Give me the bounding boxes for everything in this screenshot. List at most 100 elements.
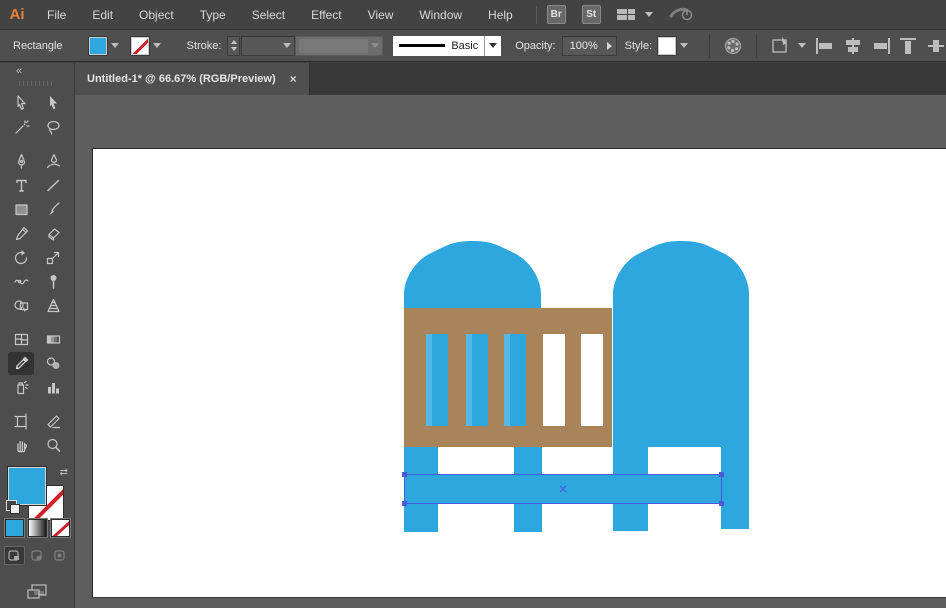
lasso-tool[interactable]: [40, 116, 66, 139]
screen-mode-icon[interactable]: [24, 581, 50, 608]
bridge-button[interactable]: Br: [546, 5, 566, 24]
workspace-chevron-down-icon[interactable]: [644, 12, 653, 17]
brush-chevron-down-icon[interactable]: [371, 43, 380, 48]
align-center-icon[interactable]: [844, 37, 862, 54]
crib-slat[interactable]: [472, 334, 488, 426]
fill-swatch[interactable]: [87, 35, 108, 56]
draw-behind-icon[interactable]: [27, 546, 48, 565]
fill-color-combo[interactable]: [87, 35, 123, 56]
none-button[interactable]: [49, 518, 71, 538]
paintbrush-tool[interactable]: [40, 198, 66, 221]
swap-fill-stroke-icon[interactable]: ⇄: [60, 467, 68, 478]
menu-select[interactable]: Select: [239, 0, 298, 30]
column-graph-tool[interactable]: [40, 376, 66, 399]
crib-rail-slot[interactable]: [543, 334, 565, 426]
stroke-style-combo[interactable]: Basic: [393, 35, 502, 56]
stroke-width-field[interactable]: [240, 35, 296, 56]
artboard[interactable]: [92, 148, 946, 597]
document-tab-bar: Untitled-1* @ 66.67% (RGB/Preview) ×: [75, 63, 946, 95]
stepper-up-icon[interactable]: [230, 40, 237, 44]
stroke-width-stepper[interactable]: [227, 35, 240, 56]
hand-tool[interactable]: [8, 434, 34, 457]
stepper-down-icon[interactable]: [230, 47, 237, 51]
gradient-tool[interactable]: [40, 328, 66, 351]
color-button[interactable]: [3, 518, 25, 538]
menu-window[interactable]: Window: [406, 0, 475, 30]
blend-tool[interactable]: [40, 352, 66, 375]
tab-close-icon[interactable]: ×: [290, 72, 297, 86]
scale-tool[interactable]: [40, 246, 66, 269]
curvature-tool[interactable]: [40, 150, 66, 173]
eyedropper-tool[interactable]: [8, 352, 34, 376]
stroke-swatch-none[interactable]: [129, 35, 150, 56]
align-left-icon[interactable]: [816, 37, 834, 54]
direct-selection-tool[interactable]: [40, 92, 66, 115]
selection-anchor[interactable]: [402, 472, 407, 477]
recolor-artwork-icon[interactable]: [723, 36, 743, 56]
menu-object[interactable]: Object: [126, 0, 187, 30]
crib-rail-slot[interactable]: [581, 334, 603, 426]
opacity-label: Opacity:: [515, 39, 556, 52]
crib-slat[interactable]: [432, 334, 448, 426]
panel-grip[interactable]: [19, 80, 55, 87]
collapse-panel-icon[interactable]: «: [16, 65, 22, 77]
style-chevron-down-icon[interactable]: [680, 43, 689, 48]
crib-slat[interactable]: [510, 334, 526, 426]
draw-inside-icon[interactable]: [50, 546, 71, 565]
menu-file[interactable]: File: [34, 0, 79, 30]
brush-definition-combo[interactable]: [295, 35, 384, 56]
pen-tool[interactable]: [8, 150, 34, 173]
graphic-style-swatch[interactable]: [657, 35, 678, 56]
line-segment-tool[interactable]: [40, 174, 66, 197]
graphic-style-combo[interactable]: [657, 35, 692, 56]
menu-edit[interactable]: Edit: [79, 0, 126, 30]
opacity-arrow-icon[interactable]: [606, 41, 612, 50]
type-tool[interactable]: [8, 174, 34, 197]
stroke-style-preview[interactable]: Basic: [393, 35, 485, 56]
selection-anchor[interactable]: [719, 501, 724, 506]
fill-chevron-down-icon[interactable]: [110, 43, 119, 48]
crib-right-panel[interactable]: [613, 241, 749, 447]
magic-wand-tool[interactable]: [8, 116, 34, 139]
default-fill-stroke-icon[interactable]: [6, 500, 20, 514]
shape-builder-tool[interactable]: [8, 294, 34, 317]
selection-anchor[interactable]: [402, 501, 407, 506]
mesh-tool[interactable]: [8, 328, 34, 351]
perspective-grid-tool[interactable]: [40, 294, 66, 317]
rotate-tool[interactable]: [8, 246, 34, 269]
selection-anchor[interactable]: [719, 472, 724, 477]
pencil-tool[interactable]: [8, 222, 34, 245]
eraser-tool[interactable]: [40, 222, 66, 245]
align-right-icon[interactable]: [872, 37, 891, 54]
zoom-tool[interactable]: [40, 434, 66, 457]
align-top-icon[interactable]: [900, 37, 918, 54]
menu-view[interactable]: View: [355, 0, 407, 30]
document-tab[interactable]: Untitled-1* @ 66.67% (RGB/Preview) ×: [75, 63, 310, 95]
cs-live-icon[interactable]: [669, 4, 695, 25]
transform-chevron-down-icon[interactable]: [798, 43, 807, 48]
menu-type[interactable]: Type: [187, 0, 239, 30]
width-tool[interactable]: [8, 270, 34, 293]
stroke-style-chevron-down-icon[interactable]: [489, 43, 498, 48]
canvas[interactable]: [75, 95, 946, 608]
free-transform-tool[interactable]: [40, 270, 66, 293]
stroke-width-chevron-down-icon[interactable]: [283, 43, 292, 48]
artboard-tool[interactable]: [8, 410, 34, 433]
crib-leg[interactable]: [721, 447, 749, 529]
crib-artwork[interactable]: [93, 149, 946, 598]
gradient-button[interactable]: [26, 518, 48, 538]
stock-button[interactable]: St: [581, 5, 601, 24]
opacity-field[interactable]: 100%: [561, 35, 617, 56]
selection-tool[interactable]: [8, 92, 34, 115]
symbol-sprayer-tool[interactable]: [8, 376, 34, 399]
transform-menu-icon[interactable]: [770, 36, 807, 56]
menu-help[interactable]: Help: [475, 0, 526, 30]
workspace-icon[interactable]: [616, 9, 635, 20]
slice-tool[interactable]: [40, 410, 66, 433]
rectangle-tool[interactable]: [8, 198, 34, 221]
stroke-color-combo[interactable]: [129, 35, 165, 56]
menu-effect[interactable]: Effect: [298, 0, 354, 30]
stroke-chevron-down-icon[interactable]: [152, 43, 161, 48]
draw-normal-icon[interactable]: [3, 546, 25, 565]
align-vcenter-icon[interactable]: [928, 38, 946, 54]
